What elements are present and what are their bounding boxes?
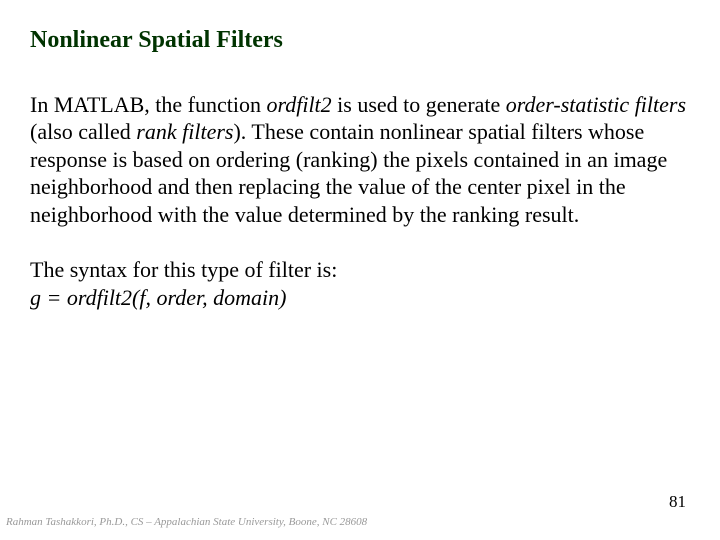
footer-attribution: Rahman Tashakkori, Ph.D., CS – Appalachi…: [6, 516, 367, 528]
p1-text-c: (also called: [30, 119, 136, 144]
page-number: 81: [669, 492, 686, 512]
p1-text-a: In MATLAB, the function: [30, 92, 266, 117]
p1-term-ordfilt2: ordfilt2: [266, 92, 331, 117]
p1-term-order-statistic: order-statistic filters: [506, 92, 686, 117]
p1-text-b: is used to generate: [332, 92, 506, 117]
p2-line1: The syntax for this type of filter is:: [30, 257, 337, 282]
slide-title: Nonlinear Spatial Filters: [30, 26, 690, 55]
paragraph-1: In MATLAB, the function ordfilt2 is used…: [30, 91, 690, 229]
p2-syntax: g = ordfilt2(f, order, domain): [30, 285, 286, 310]
paragraph-2: The syntax for this type of filter is: g…: [30, 256, 690, 311]
p1-term-rank-filters: rank filters: [136, 119, 233, 144]
